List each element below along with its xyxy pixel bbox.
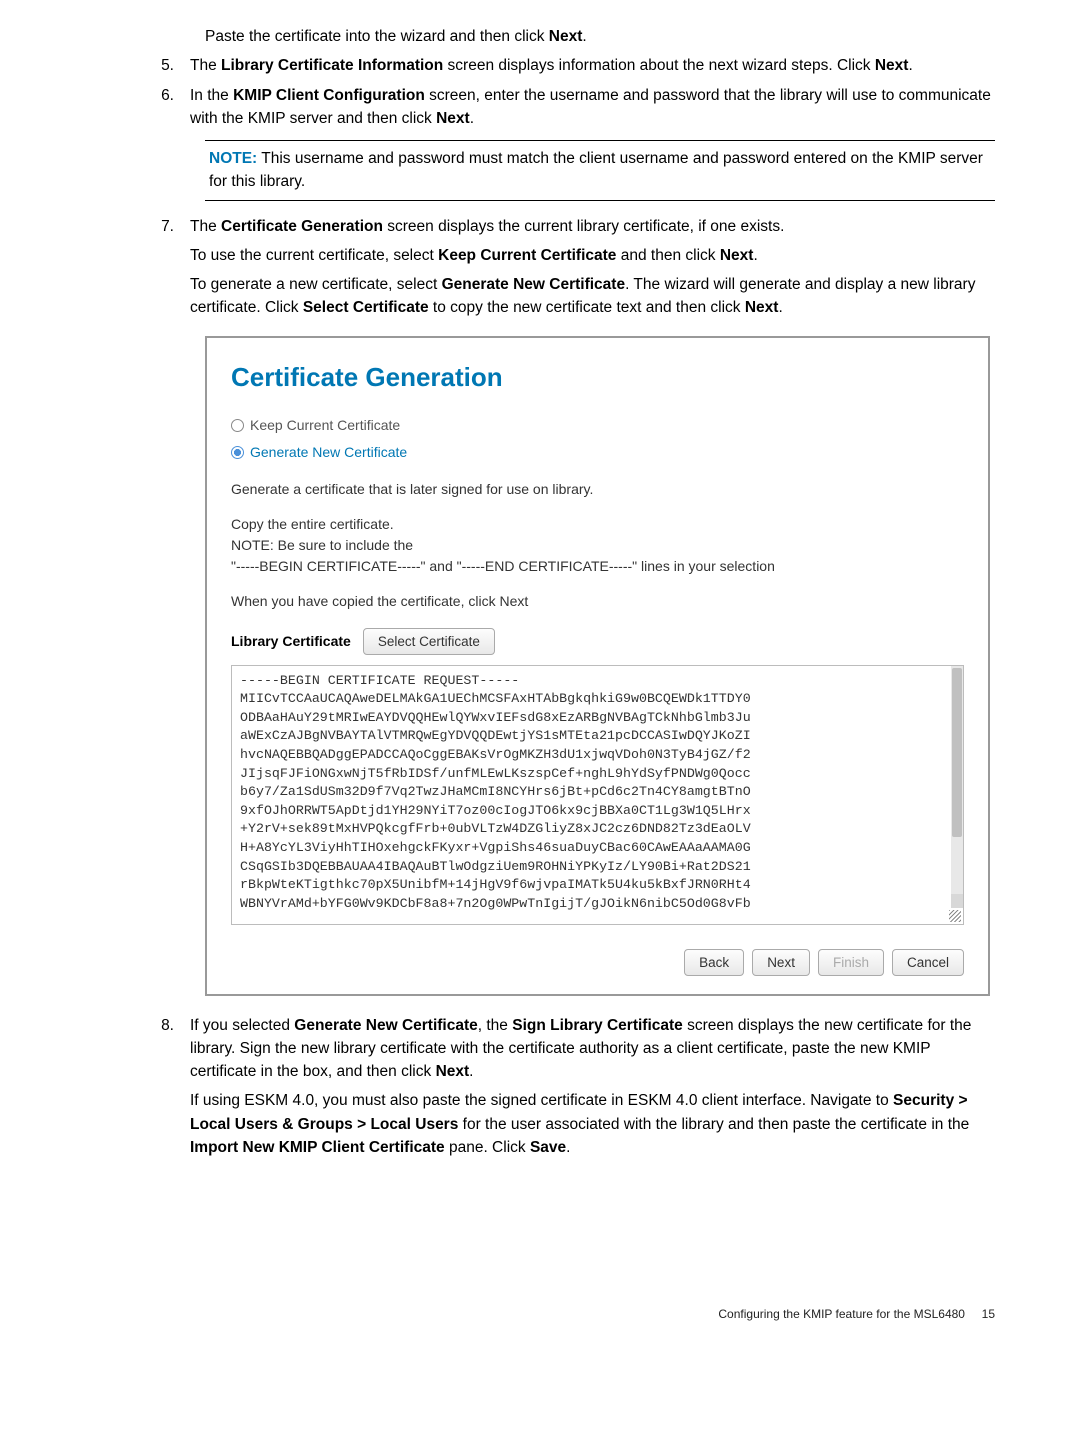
scrollbar[interactable]: [951, 666, 963, 908]
select-certificate-button[interactable]: Select Certificate: [363, 628, 495, 655]
wizard-button-row: Back Next Finish Cancel: [231, 949, 964, 976]
page-number: 15: [982, 1307, 995, 1321]
step-7-num: 7.: [150, 215, 190, 326]
step-8: 8. If you selected Generate New Certific…: [85, 1014, 995, 1166]
step-7-body: The Certificate Generation screen displa…: [190, 215, 995, 326]
step-6-num: 6.: [150, 84, 190, 131]
radio-on-icon: [231, 446, 244, 459]
cert-sub3: NOTE: Be sure to include the: [231, 535, 964, 556]
step-8-num: 8.: [150, 1014, 190, 1166]
scroll-thumb[interactable]: [952, 668, 962, 837]
note-label: NOTE:: [209, 150, 257, 167]
step-5: 5. The Library Certificate Information s…: [85, 54, 995, 77]
cert-sub2: Copy the entire certificate.: [231, 514, 964, 535]
radio-off-icon: [231, 419, 244, 432]
scroll-down-icon[interactable]: [951, 894, 963, 908]
step-7: 7. The Certificate Generation screen dis…: [85, 215, 995, 326]
page-footer: Configuring the KMIP feature for the MSL…: [85, 1305, 995, 1323]
radio-generate-new[interactable]: Generate New Certificate: [231, 442, 964, 463]
finish-button[interactable]: Finish: [818, 949, 884, 976]
next-button[interactable]: Next: [752, 949, 810, 976]
paste-cert-line: Paste the certificate into the wizard an…: [205, 25, 995, 48]
cancel-button[interactable]: Cancel: [892, 949, 964, 976]
note-text: This username and password must match th…: [209, 150, 983, 190]
note-box: NOTE: This username and password must ma…: [205, 140, 995, 201]
certificate-textarea[interactable]: -----BEGIN CERTIFICATE REQUEST----- MIIC…: [231, 665, 964, 925]
step-6-body: In the KMIP Client Configuration screen,…: [190, 84, 995, 131]
footer-text: Configuring the KMIP feature for the MSL…: [718, 1307, 965, 1321]
radio-keep-current[interactable]: Keep Current Certificate: [231, 415, 964, 436]
certificate-generation-panel: Certificate Generation Keep Current Cert…: [205, 336, 990, 996]
cert-sub5: When you have copied the certificate, cl…: [231, 591, 964, 612]
cert-panel-title: Certificate Generation: [231, 358, 964, 397]
cert-sub4: "-----BEGIN CERTIFICATE-----" and "-----…: [231, 556, 964, 577]
step-5-num: 5.: [150, 54, 190, 77]
cert-sub1: Generate a certificate that is later sig…: [231, 479, 964, 500]
library-certificate-row: Library Certificate Select Certificate: [231, 628, 964, 655]
step-8-body: If you selected Generate New Certificate…: [190, 1014, 995, 1166]
library-certificate-label: Library Certificate: [231, 631, 351, 652]
back-button[interactable]: Back: [684, 949, 744, 976]
resize-handle-icon[interactable]: [949, 910, 961, 922]
step-6: 6. In the KMIP Client Configuration scre…: [85, 84, 995, 131]
step-5-body: The Library Certificate Information scre…: [190, 54, 995, 77]
